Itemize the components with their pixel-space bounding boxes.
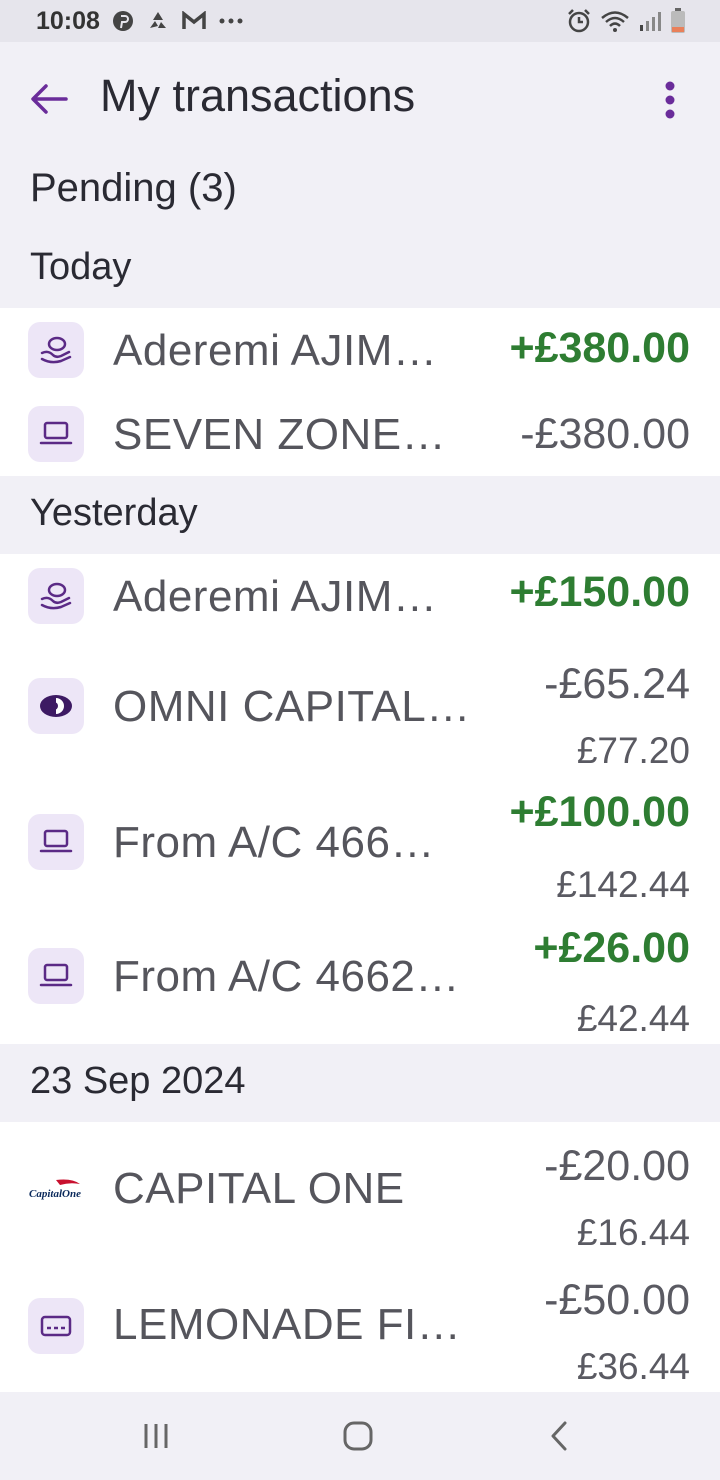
transaction-balance: £36.44 [576,1346,690,1387]
transaction-amount: +£150.00 [509,568,690,616]
section-23-sep-2024: CapitalOne CAPITAL ONE -£20.00 £16.44 LE… [0,1122,720,1392]
transaction-name: Aderemi AJIM… [113,572,438,621]
more-options-button[interactable] [650,78,690,122]
section-date-label: 23 Sep 2024 [30,1060,246,1102]
transaction-name: From A/C 4662… [113,952,460,1001]
laptop-icon [28,406,84,462]
pinterest-notification-icon [112,10,134,32]
transaction-balance: £77.20 [576,730,690,771]
card-icon [28,1298,84,1354]
status-time: 10:08 [36,6,100,35]
transaction-amount: +£100.00 [509,788,690,836]
signal-icon [638,9,662,33]
alarm-icon [566,8,592,34]
capital-one-logo-text: CapitalOne [29,1188,81,1200]
section-header-yesterday: Yesterday [0,476,720,554]
back-button[interactable] [28,78,70,120]
capital-one-logo: CapitalOne [28,1162,84,1218]
home-icon [343,1421,373,1451]
transaction-row[interactable]: SEVEN ZONE… -£380.00 [0,392,720,476]
laptop-icon [28,814,84,870]
transaction-name: Aderemi AJIM… [113,326,438,375]
section-header-today: Today [0,230,720,308]
recent-apps-button[interactable] [134,1414,178,1458]
omni-capital-logo [28,678,84,734]
transaction-row[interactable]: From A/C 4662… +£26.00 £42.44 [0,920,720,1044]
pending-count-label: Pending (3) [30,166,237,210]
hand-coins-icon [28,322,84,378]
section-date-label: Today [30,246,132,288]
transaction-name: From A/C 466… [113,818,435,867]
transaction-row[interactable]: OMNI CAPITAL… -£65.24 £77.20 [0,646,720,776]
hand-coins-icon [28,568,84,624]
system-navigation-bar [0,1392,720,1480]
page-title: My transactions [100,70,416,121]
transaction-amount: -£380.00 [520,410,690,458]
transaction-row[interactable]: Aderemi AJIM… +£150.00 [0,554,720,638]
gmail-notification-icon [182,11,206,31]
transaction-name: LEMONADE FI… [113,1300,462,1349]
section-yesterday: Aderemi AJIM… +£150.00 OMNI CAPITAL… -£6… [0,554,720,1044]
transaction-amount: +£380.00 [509,324,690,372]
section-date-label: Yesterday [30,492,198,534]
transaction-name: CAPITAL ONE [113,1164,405,1213]
status-bar: 10:08 [0,0,720,42]
transaction-row[interactable]: CapitalOne CAPITAL ONE -£20.00 £16.44 [0,1122,720,1258]
wifi-icon [600,9,630,33]
transaction-amount: -£20.00 [544,1142,690,1190]
section-header-23-sep-2024: 23 Sep 2024 [0,1044,720,1122]
app-header: My transactions [0,42,720,160]
system-back-button[interactable] [538,1414,582,1458]
laptop-icon [28,948,84,1004]
recycle-notification-icon [146,10,170,32]
arrow-left-icon [31,84,68,114]
more-notifications-icon [218,17,244,25]
transaction-balance: £16.44 [576,1212,690,1253]
transaction-balance: £142.44 [556,864,690,905]
transaction-amount: +£26.00 [533,924,690,972]
recent-apps-icon [144,1424,168,1448]
transaction-name: SEVEN ZONE… [113,410,447,459]
transaction-row[interactable]: LEMONADE FI… -£50.00 £36.44 [0,1258,720,1392]
section-today: Aderemi AJIM… +£380.00 SEVEN ZONE… -£380… [0,308,720,476]
more-vertical-icon [665,81,675,119]
transaction-amount: -£50.00 [544,1276,690,1324]
battery-icon [670,8,686,34]
chevron-left-icon [551,1421,567,1451]
home-button[interactable] [336,1414,380,1458]
transaction-balance: £42.44 [576,998,690,1039]
transaction-amount: -£65.24 [544,660,690,708]
transaction-name: OMNI CAPITAL… [113,682,471,731]
transaction-row[interactable]: Aderemi AJIM… +£380.00 [0,308,720,392]
transaction-row[interactable]: From A/C 466… +£100.00 £142.44 [0,784,720,914]
